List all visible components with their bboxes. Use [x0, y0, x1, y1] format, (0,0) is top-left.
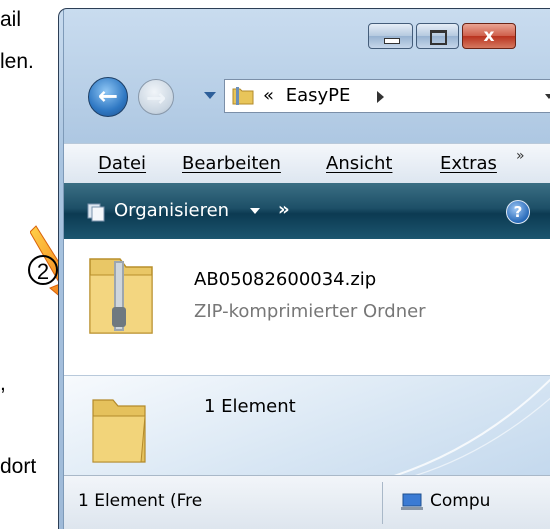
- menu-item-datei[interactable]: Datei: [98, 153, 146, 174]
- folder-icon: [92, 399, 146, 463]
- chevron-down-icon[interactable]: [545, 94, 550, 99]
- close-button[interactable]: x: [462, 23, 516, 49]
- address-path: « EasyPE: [263, 85, 350, 106]
- file-list: AB05082600034.zip ZIP-komprimierter Ordn…: [64, 239, 550, 375]
- command-bar: Organisieren » ?: [64, 183, 550, 239]
- decorative-swoosh: [394, 378, 550, 476]
- help-icon[interactable]: ?: [506, 200, 530, 224]
- details-pane: 1 Element: [64, 375, 550, 476]
- organize-button[interactable]: Organisieren: [114, 200, 229, 221]
- forward-button[interactable]: →: [138, 79, 174, 115]
- window-frame: x ← → « EasyPE Datei Bearbeiten Ansicht …: [63, 9, 550, 529]
- document-text-fragment: ,: [0, 372, 6, 395]
- folder-icon: [232, 87, 254, 105]
- status-location: Compu: [430, 491, 491, 511]
- minimize-button[interactable]: [368, 23, 413, 49]
- status-divider: [382, 482, 383, 524]
- step-number-badge: 2: [28, 255, 58, 285]
- document-text-fragment: dort: [0, 455, 37, 478]
- menu-overflow-button[interactable]: »: [516, 148, 525, 164]
- explorer-window: x ← → « EasyPE Datei Bearbeiten Ansicht …: [58, 8, 550, 529]
- minimize-icon: [384, 38, 400, 44]
- maximize-button[interactable]: [416, 23, 459, 49]
- item-count: 1 Element: [204, 396, 296, 417]
- zip-folder-icon: [89, 258, 153, 334]
- maximize-icon: [430, 30, 447, 45]
- breadcrumb-separator-icon[interactable]: [377, 91, 384, 103]
- file-type: ZIP-komprimierter Ordner: [194, 301, 426, 322]
- address-bar[interactable]: « EasyPE: [224, 79, 550, 113]
- document-text-fragment: len.: [0, 50, 34, 73]
- toolbar-overflow-button[interactable]: »: [278, 199, 290, 220]
- status-text: 1 Element (Fre: [78, 491, 203, 511]
- file-name: AB05082600034.zip: [194, 269, 377, 290]
- menu-item-extras[interactable]: Extras: [440, 153, 497, 174]
- back-button[interactable]: ←: [88, 77, 128, 117]
- recent-pages-dropdown[interactable]: [204, 92, 216, 99]
- breadcrumb-overflow[interactable]: «: [263, 85, 274, 106]
- forward-arrow-icon: →: [145, 84, 167, 112]
- menu-item-bearbeiten[interactable]: Bearbeiten: [182, 153, 281, 174]
- chevron-down-icon[interactable]: [250, 208, 260, 214]
- menu-item-ansicht[interactable]: Ansicht: [326, 153, 392, 174]
- computer-icon: [401, 493, 423, 510]
- organize-icon: [87, 203, 105, 222]
- status-bar: 1 Element (Fre Compu: [64, 475, 550, 529]
- breadcrumb-item[interactable]: EasyPE: [286, 85, 351, 106]
- document-text-fragment: ail: [0, 8, 22, 31]
- close-icon: x: [483, 26, 495, 46]
- back-arrow-icon: ←: [97, 82, 119, 110]
- menu-bar: Datei Bearbeiten Ansicht Extras »: [64, 143, 550, 184]
